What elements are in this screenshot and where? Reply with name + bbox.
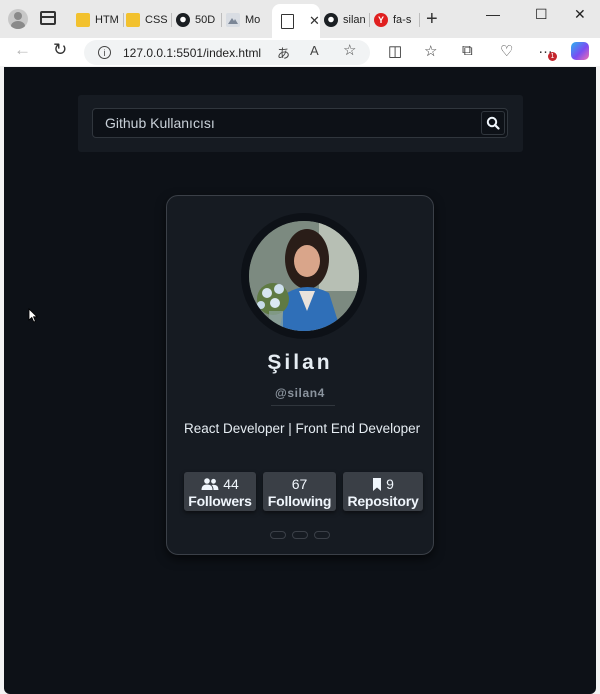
repository-label: Repository (347, 493, 419, 509)
folder-icon (126, 13, 140, 27)
tab-label: silan (343, 14, 366, 26)
carousel-dot[interactable] (314, 531, 330, 539)
carousel-dot[interactable] (270, 531, 286, 539)
browser-tab[interactable]: silan (324, 6, 370, 34)
followers-label: Followers (188, 493, 252, 509)
followers-stat[interactable]: 44 Followers (184, 472, 256, 511)
page-viewport: Şilan @silan4 React Developer | Front En… (4, 67, 596, 694)
new-tab-icon[interactable]: + (426, 9, 438, 29)
tab-label: HTM (95, 14, 119, 26)
yandex-icon: Y (374, 13, 388, 27)
mountain-icon (226, 13, 240, 27)
repository-count: 9 (386, 476, 394, 492)
browser-tab[interactable]: Mo (226, 6, 270, 34)
profile-login[interactable]: @silan4 (167, 386, 433, 400)
browser-tab[interactable]: Y fa-s (374, 6, 420, 34)
tab-actions-icon[interactable] (40, 11, 56, 25)
address-bar[interactable]: i 127.0.0.1:5501/index.html (84, 40, 370, 65)
browser-tab[interactable]: HTM (76, 6, 124, 34)
notification-badge: 1 (548, 52, 557, 61)
followers-count: 44 (223, 476, 239, 492)
profile-name: Şilan (267, 351, 333, 374)
tab-label: CSS (145, 14, 168, 26)
tab-label: 50D (195, 14, 216, 26)
search-input[interactable] (92, 108, 508, 138)
performance-icon[interactable]: ♡ (500, 42, 513, 60)
info-icon[interactable]: i (98, 46, 111, 59)
browser-toolbar: ← ↻ i 127.0.0.1:5501/index.html あ A ☆ ◫ … (0, 38, 600, 66)
avatar-frame (241, 213, 367, 339)
github-icon (324, 13, 338, 27)
translate-icon[interactable]: あ (277, 43, 290, 62)
tab-label: Mo (245, 14, 261, 26)
mouse-cursor-icon (28, 308, 38, 323)
window-close-icon[interactable]: ✕ (574, 6, 586, 23)
copilot-icon[interactable] (571, 42, 589, 60)
tab-label: fa-s (393, 14, 412, 26)
read-aloud-icon[interactable]: A (310, 43, 319, 58)
page-icon (281, 13, 294, 29)
search-button[interactable] (481, 111, 505, 135)
favorite-star-icon[interactable]: ☆ (343, 41, 356, 59)
search-icon (486, 116, 500, 130)
stats-row: 44 Followers 67 Following 9 Repository (184, 472, 424, 511)
minimize-icon[interactable]: — (486, 6, 500, 22)
address-url[interactable]: 127.0.0.1:5501/index.html (123, 46, 261, 60)
split-screen-icon[interactable]: ◫ (388, 42, 402, 60)
browser-tab-active[interactable]: ✕ (272, 4, 320, 38)
users-icon (201, 478, 219, 490)
profile-bio: React Developer | Front End Developer (184, 421, 421, 436)
close-icon[interactable]: ✕ (309, 13, 320, 29)
carousel-indicators (167, 531, 433, 539)
following-count: 67 (291, 476, 308, 492)
profile-avatar-icon[interactable] (8, 9, 28, 29)
following-stat[interactable]: 67 Following (263, 472, 336, 511)
browser-tab[interactable]: CSS (126, 6, 172, 34)
avatar (249, 221, 359, 331)
github-icon (176, 13, 190, 27)
collections-icon[interactable]: ⧉ (462, 42, 473, 59)
browser-tab-bar: HTM CSS 50D Mo ✕ silan Y fa-s + — ☐ ✕ (0, 0, 600, 38)
divider (271, 405, 335, 406)
favorites-icon[interactable]: ☆ (424, 42, 437, 60)
profile-card: Şilan @silan4 React Developer | Front En… (166, 195, 434, 555)
following-label: Following (267, 493, 332, 509)
search-bar (78, 95, 523, 152)
bookmark-icon (373, 477, 382, 491)
repository-stat[interactable]: 9 Repository (343, 472, 423, 511)
maximize-icon[interactable]: ☐ (535, 6, 548, 23)
browser-tab[interactable]: 50D (176, 6, 222, 34)
carousel-dot[interactable] (292, 531, 308, 539)
refresh-icon[interactable]: ↻ (53, 40, 67, 60)
back-icon[interactable]: ← (14, 40, 31, 60)
folder-icon (76, 13, 90, 27)
